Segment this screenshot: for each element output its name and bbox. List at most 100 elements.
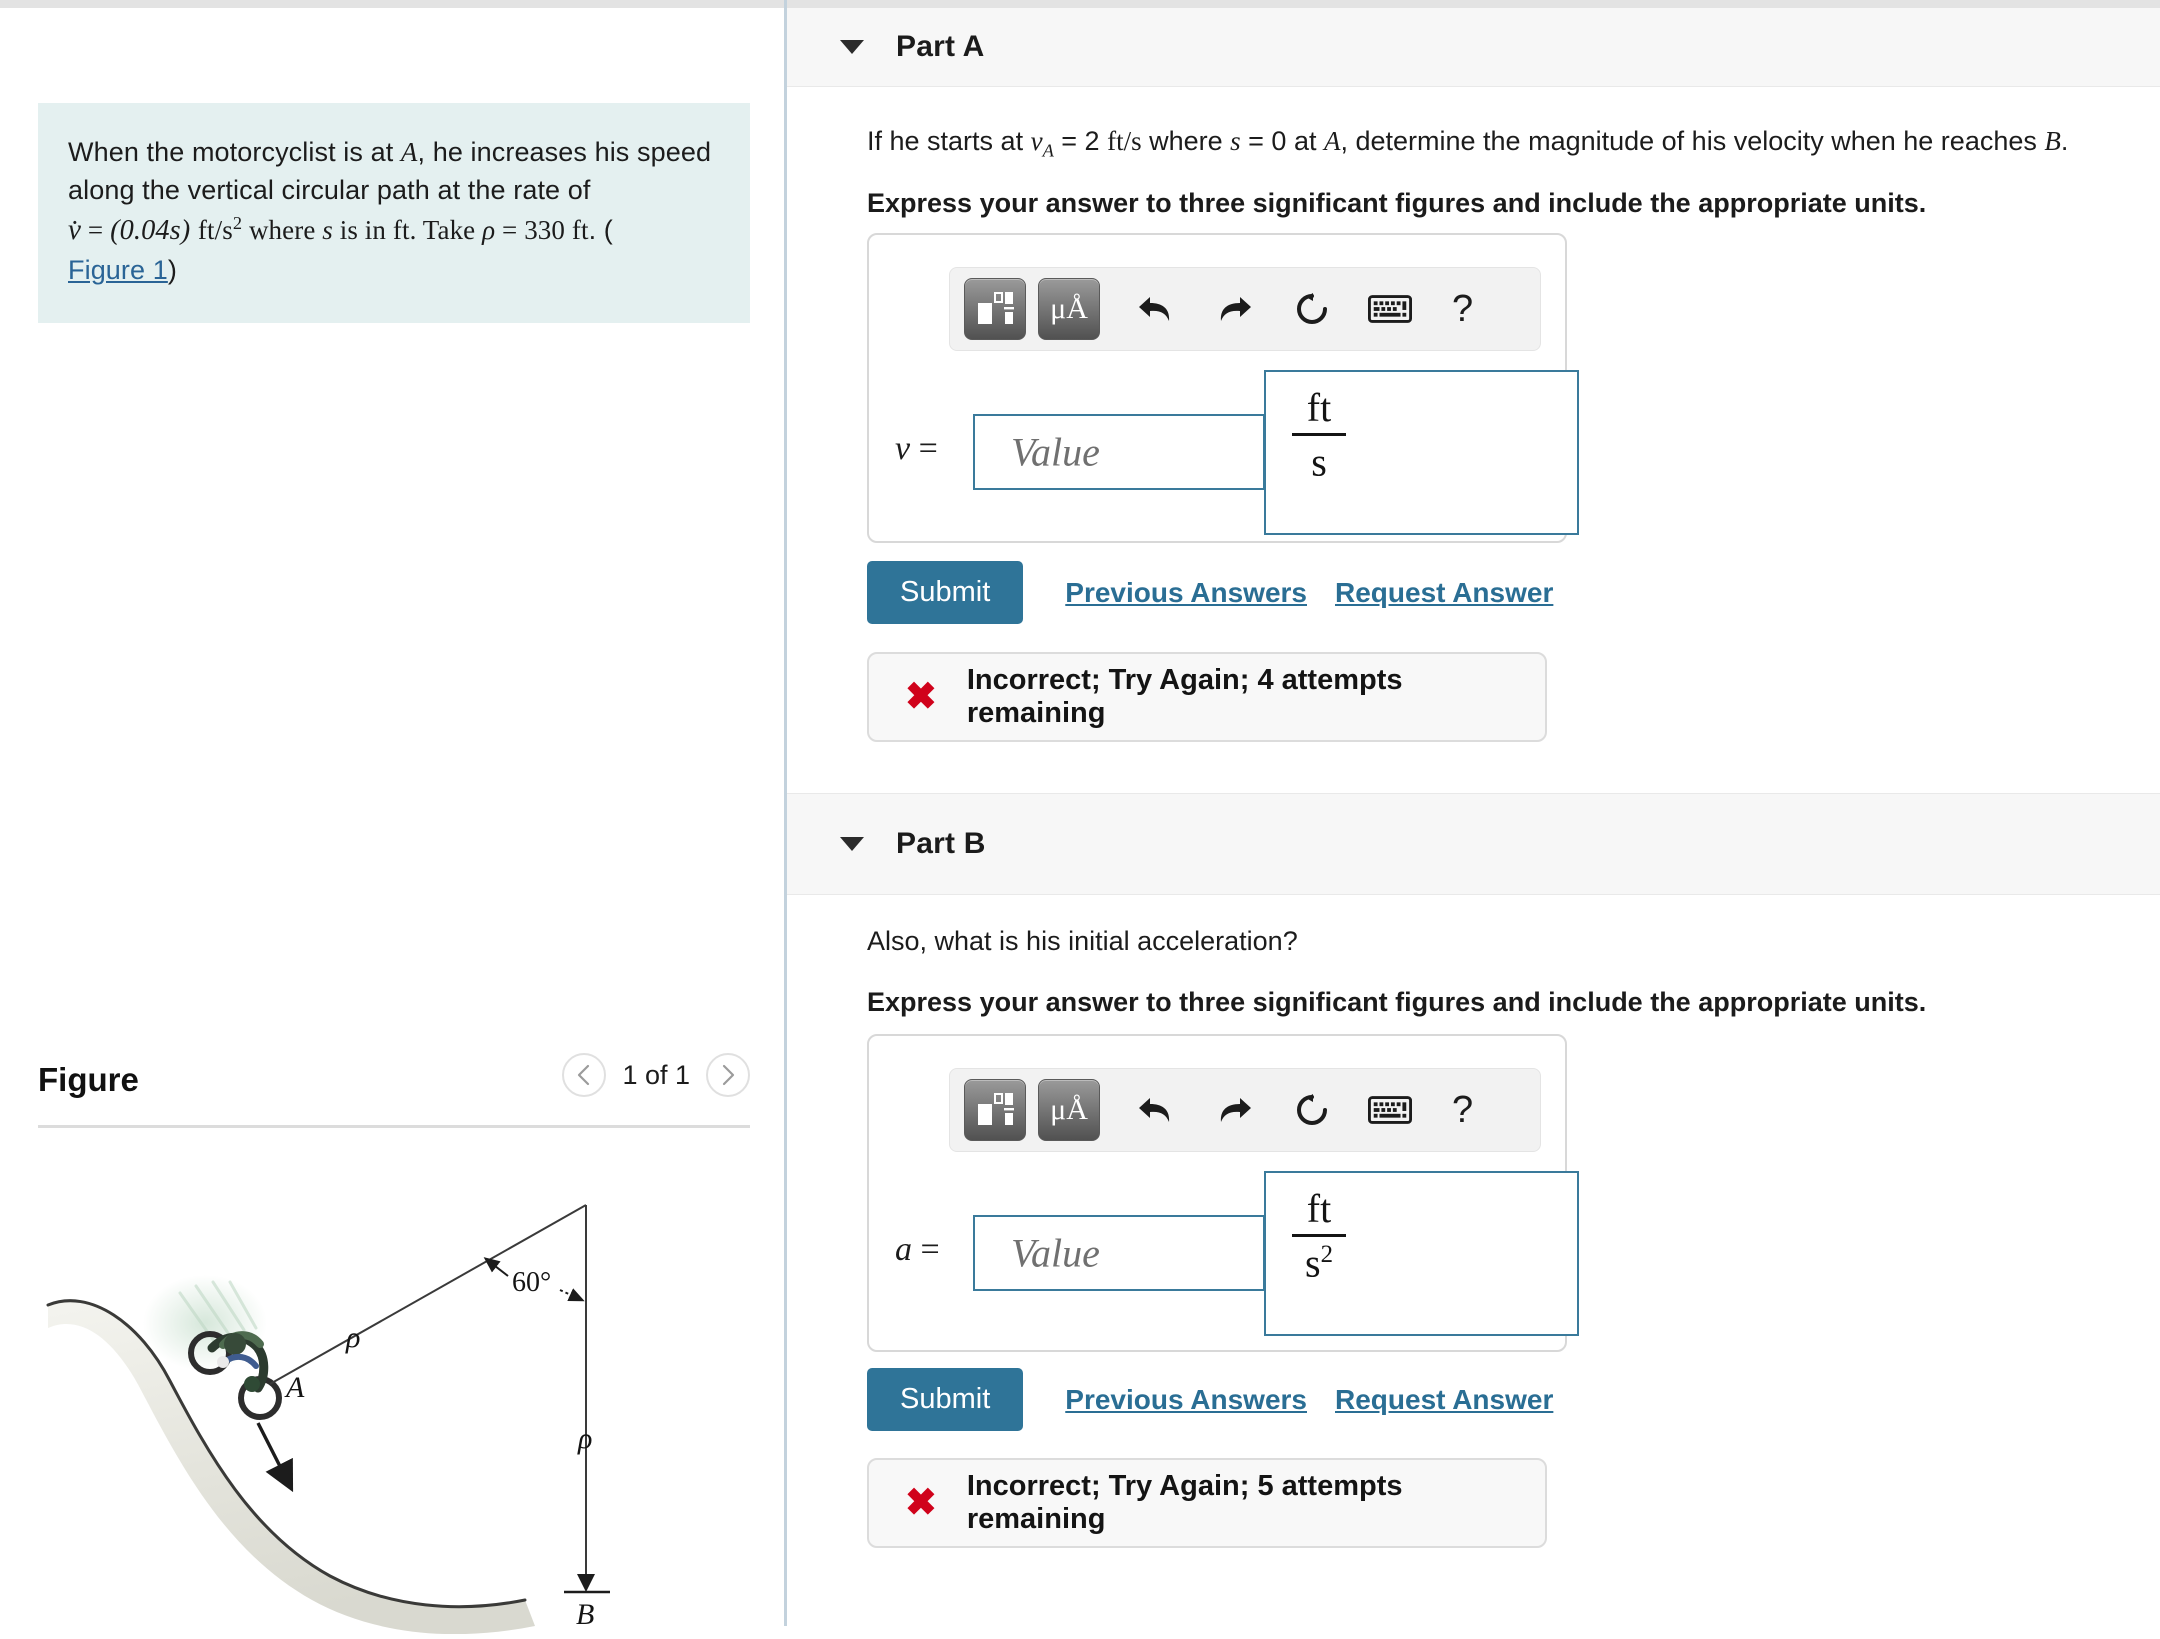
problem-eq-equals: =	[81, 214, 111, 245]
problem-line2: along the vertical circular path at the …	[68, 175, 591, 206]
reset-button-a[interactable]	[1290, 286, 1334, 332]
figure-header: Figure 1 of 1	[38, 1053, 750, 1121]
undo-button-a[interactable]	[1134, 286, 1178, 332]
part-a-equals: =	[918, 430, 938, 467]
problem-eq-where: where	[242, 214, 323, 245]
help-button-b[interactable]: ?	[1452, 1091, 1473, 1129]
figure-label-b: B	[576, 1598, 594, 1631]
page-root: When the motorcyclist is at A , he increa…	[0, 0, 2160, 1635]
chevron-right-icon	[722, 1064, 735, 1086]
part-b-submit-button[interactable]: Submit	[867, 1368, 1024, 1431]
right-pane: Part A If he starts at vA = 2 ft/s where…	[787, 8, 2160, 1626]
caret-down-icon[interactable]	[840, 837, 864, 851]
part-a-previous-answers-link[interactable]: Previous Answers	[1065, 577, 1307, 609]
template-button-b[interactable]	[964, 1079, 1026, 1141]
figure-counter: 1 of 1	[622, 1059, 690, 1090]
caret-down-icon[interactable]	[840, 40, 864, 54]
part-a-units-numerator: ft	[1306, 385, 1332, 430]
part-a-label: Part A	[896, 30, 985, 63]
part-b-previous-answers-link[interactable]: Previous Answers	[1065, 1384, 1307, 1416]
template-icon	[978, 292, 1014, 324]
part-a-submit-button[interactable]: Submit	[867, 561, 1024, 624]
redo-icon	[1220, 1098, 1251, 1122]
fraction-bar-icon	[1292, 433, 1346, 437]
problem-line1-pre: When the motorcyclist is at	[68, 137, 401, 167]
figure-image[interactable]: A ρ ρ 60° B	[30, 1148, 770, 1635]
problem-eq-take: . Take	[409, 214, 483, 245]
part-a-feedback: ✖ Incorrect; Try Again; 4 attempts remai…	[867, 652, 1547, 742]
pa-q-v-sub: A	[1042, 140, 1054, 161]
part-b-header[interactable]: Part B	[787, 793, 2160, 895]
pa-q-mid3: = 0 at	[1240, 126, 1324, 156]
part-b-units-input[interactable]: ft s2	[1264, 1171, 1579, 1336]
figure-diagram-svg: A ρ ρ 60° B	[46, 1204, 610, 1635]
part-b-units-numerator: ft	[1306, 1186, 1332, 1231]
problem-statement-text: When the motorcyclist is at A, he increa…	[68, 133, 720, 289]
figure-1-link[interactable]: Figure 1	[68, 255, 168, 285]
part-a-value-input[interactable]: Value	[973, 414, 1265, 490]
part-a-units-input[interactable]: ft s	[1264, 370, 1579, 535]
part-a-request-answer-link[interactable]: Request Answer	[1335, 577, 1553, 609]
part-a-question: If he starts at vA = 2 ft/s where s = 0 …	[867, 123, 2137, 164]
part-a-math-toolbar: μÅ ?	[949, 267, 1541, 351]
pa-q-s: s	[1230, 126, 1241, 156]
part-a-feedback-text: Incorrect; Try Again; 4 attempts remaini…	[966, 664, 1403, 729]
reset-icon	[1297, 1094, 1327, 1125]
part-b-variable: a	[895, 1231, 912, 1268]
part-a-units-fraction: ft s	[1288, 386, 1350, 485]
part-a-variable-label: v =	[895, 430, 938, 468]
pa-q-a: A	[1323, 126, 1341, 156]
part-a-instruction: Express your answer to three significant…	[867, 188, 1927, 218]
part-b-value-input[interactable]: Value	[973, 1215, 1265, 1291]
fraction-bar-icon	[1292, 1234, 1346, 1238]
redo-button-a[interactable]	[1212, 286, 1256, 332]
figure-label-angle: 60°	[512, 1267, 551, 1298]
x-mark-icon: ✖	[905, 676, 937, 718]
undo-button-b[interactable]	[1134, 1087, 1178, 1133]
part-b-units-denominator: s2	[1288, 1241, 1350, 1286]
problem-line1-post: , he increases his speed	[417, 137, 712, 167]
part-b-variable-label: a =	[895, 1231, 940, 1269]
problem-statement-card: When the motorcyclist is at A, he increa…	[38, 103, 750, 324]
pa-q-units: ft/s	[1107, 126, 1142, 156]
part-b-question: Also, what is his initial acceleration?	[867, 926, 1298, 956]
keyboard-button-b[interactable]	[1368, 1087, 1412, 1133]
units-button-b[interactable]: μÅ	[1038, 1079, 1100, 1141]
problem-eq-s: s	[322, 214, 333, 245]
figure-divider	[38, 1125, 750, 1128]
pb-den-exp: 2	[1320, 1241, 1333, 1269]
part-b-feedback-text: Incorrect; Try Again; 5 attempts remaini…	[966, 1470, 1403, 1535]
template-button-a[interactable]	[964, 278, 1026, 340]
problem-eq-ft: ft	[392, 214, 410, 245]
pa-q-v: v	[1030, 126, 1043, 156]
keyboard-button-a[interactable]	[1368, 286, 1412, 332]
units-button-a[interactable]: μÅ	[1038, 278, 1100, 340]
keyboard-icon	[1368, 1096, 1412, 1124]
part-b-request-answer-link[interactable]: Request Answer	[1335, 1384, 1553, 1416]
ramp-body	[48, 1300, 535, 1635]
part-b-label: Part B	[896, 827, 986, 860]
problem-eq-vdot: v̇	[68, 213, 82, 246]
figure-prev-button[interactable]	[562, 1053, 607, 1097]
reset-button-b[interactable]	[1290, 1087, 1334, 1133]
chevron-left-icon	[578, 1064, 590, 1086]
problem-eq-paren: . (	[588, 214, 613, 245]
redo-button-b[interactable]	[1212, 1087, 1256, 1133]
left-pane: When the motorcyclist is at A, he increa…	[0, 8, 784, 1635]
part-b-answer-row: a = Value ft s2	[869, 1171, 1579, 1361]
help-button-a[interactable]: ?	[1452, 290, 1473, 328]
pa-q-b: B	[2044, 126, 2061, 156]
figure-next-button[interactable]	[706, 1053, 750, 1097]
part-b-submit-row: Submit Previous Answers Request Answer	[867, 1368, 1553, 1431]
units-button-label-b: μÅ	[1050, 1093, 1088, 1126]
part-a-units-denominator: s	[1288, 440, 1350, 485]
undo-icon	[1139, 1098, 1170, 1122]
angle-leader-right	[559, 1288, 585, 1302]
redo-icon	[1220, 297, 1251, 321]
pa-q-mid1: = 2	[1053, 126, 1108, 156]
top-strip	[0, 0, 2160, 8]
part-a-header[interactable]: Part A	[787, 8, 2160, 87]
angle-leader-left	[483, 1257, 509, 1277]
figure-navigation: 1 of 1	[562, 1053, 750, 1097]
reset-icon	[1297, 293, 1327, 324]
